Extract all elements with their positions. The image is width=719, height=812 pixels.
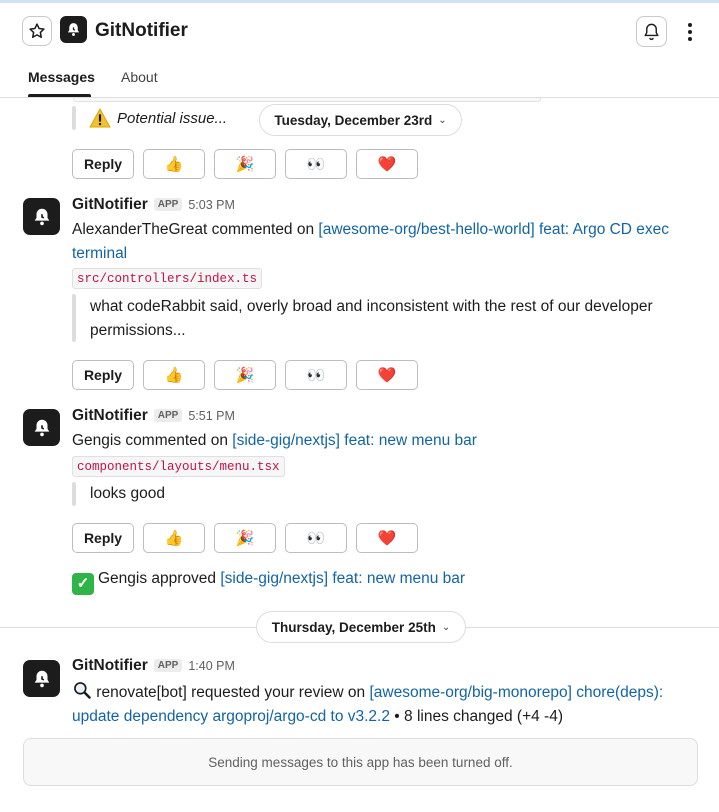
react-eyes-button[interactable]: 👀 (285, 523, 347, 553)
reply-button[interactable]: Reply (72, 360, 134, 390)
chevron-down-icon: ⌄ (441, 621, 451, 633)
react-thumbs-up-button[interactable]: 👍 (143, 149, 205, 179)
message-body: renovate[bot] requested your review on [… (72, 680, 692, 729)
message-time[interactable]: 5:03 PM (188, 198, 235, 212)
bell-icon (644, 23, 659, 41)
tab-about[interactable]: About (121, 69, 158, 85)
message-header: GitNotifier APP 5:03 PM (72, 196, 235, 214)
gitnotifier-bell-icon (34, 208, 49, 225)
react-party-button[interactable]: 🎉 (214, 149, 276, 179)
message-body: AlexanderTheGreat commented on [awesome-… (72, 221, 670, 262)
checkmark-icon: ✓ (72, 573, 94, 595)
star-button[interactable] (22, 16, 52, 46)
react-party-button[interactable]: 🎉 (214, 360, 276, 390)
tab-messages[interactable]: Messages (28, 69, 95, 85)
app-header: GitNotifier (0, 3, 719, 59)
message-time[interactable]: 5:51 PM (188, 409, 235, 423)
react-eyes-button[interactable]: 👀 (285, 149, 347, 179)
message-body: Gengis commented on [side-gig/nextjs] fe… (72, 432, 477, 449)
app-badge: APP (153, 198, 183, 211)
warning-icon (89, 108, 111, 128)
approval-message: ✓ Gengis approved [side-gig/nextjs] feat:… (72, 567, 465, 595)
date-separator-dec-23[interactable]: Tuesday, December 23rd ⌄ (259, 104, 462, 136)
chevron-down-icon: ⌄ (438, 114, 447, 126)
bell-logo-icon (67, 23, 80, 36)
react-heart-button[interactable]: ❤️ (356, 360, 418, 390)
truncated-message-text: Potential issue... (89, 108, 227, 128)
message-time[interactable]: 1:40 PM (188, 659, 235, 673)
reaction-bar: Reply 👍 🎉 👀 ❤️ (72, 523, 418, 553)
reaction-bar: Reply 👍 🎉 👀 ❤️ (72, 360, 418, 390)
file-path-code: components/layouts/menu.tsx (72, 456, 285, 477)
pr-link[interactable]: [side-gig/nextjs] feat: new menu bar (220, 570, 465, 587)
sender-name[interactable]: GitNotifier (72, 407, 148, 425)
pr-link[interactable]: [side-gig/nextjs] feat: new menu bar (232, 432, 477, 449)
reply-button[interactable]: Reply (72, 149, 134, 179)
sender-name[interactable]: GitNotifier (72, 196, 148, 214)
magnifier-icon (74, 682, 91, 699)
star-icon (29, 23, 45, 38)
quote-bar (72, 294, 76, 342)
comment-quote: what codeRabbit said, overly broad and i… (90, 298, 653, 339)
react-heart-button[interactable]: ❤️ (356, 149, 418, 179)
avatar[interactable] (23, 198, 60, 235)
sender-name[interactable]: GitNotifier (72, 657, 148, 675)
gitnotifier-bell-icon (34, 419, 49, 436)
app-badge: APP (153, 659, 183, 672)
avatar[interactable] (23, 660, 60, 697)
reply-button[interactable]: Reply (72, 523, 134, 553)
comment-quote: looks good (90, 485, 165, 502)
tab-bar: Messages About (0, 62, 719, 98)
react-thumbs-up-button[interactable]: 👍 (143, 360, 205, 390)
notifications-button[interactable] (636, 16, 667, 47)
quote-bar (72, 106, 76, 130)
active-tab-indicator (28, 94, 91, 97)
more-options-button[interactable] (680, 18, 700, 46)
quote-bar (72, 482, 76, 506)
app-badge: APP (153, 409, 183, 422)
reaction-bar: Reply 👍 🎉 👀 ❤️ (72, 149, 418, 179)
avatar[interactable] (23, 409, 60, 446)
react-eyes-button[interactable]: 👀 (285, 360, 347, 390)
react-party-button[interactable]: 🎉 (214, 523, 276, 553)
message-feed[interactable]: Potential issue... Tuesday, December 23r… (0, 98, 719, 812)
more-vertical-icon (688, 23, 692, 27)
message-header: GitNotifier APP 1:40 PM (72, 657, 235, 675)
gitnotifier-bell-icon (34, 670, 49, 687)
message-header: GitNotifier APP 5:51 PM (72, 407, 235, 425)
react-heart-button[interactable]: ❤️ (356, 523, 418, 553)
app-logo (60, 16, 87, 43)
file-path-code: src/controllers/index.ts (72, 268, 263, 289)
date-separator-dec-25[interactable]: Thursday, December 25th ⌄ (256, 611, 466, 643)
react-thumbs-up-button[interactable]: 👍 (143, 523, 205, 553)
truncated-code-snippet (73, 98, 541, 102)
messaging-disabled-notice: Sending messages to this app has been tu… (23, 738, 698, 786)
app-title: GitNotifier (95, 20, 188, 41)
